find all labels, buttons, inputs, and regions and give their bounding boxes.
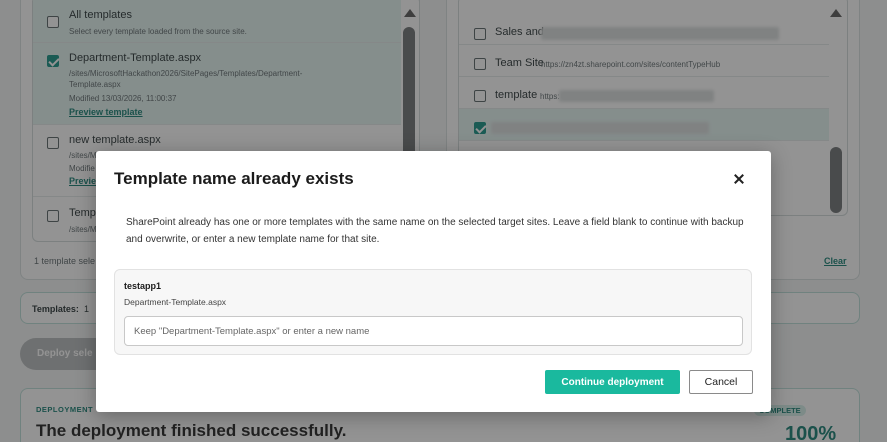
conflicting-template-name: Department-Template.aspx <box>124 297 227 307</box>
continue-deployment-button[interactable]: Continue deployment <box>545 370 680 394</box>
close-icon[interactable] <box>731 171 747 187</box>
new-template-name-input[interactable] <box>124 316 743 346</box>
cancel-button[interactable]: Cancel <box>689 370 753 394</box>
site-conflict-card: testapp1 Department-Template.aspx <box>114 269 752 355</box>
site-name: testapp1 <box>124 281 162 291</box>
dialog-description: SharePoint already has one or more templ… <box>126 217 744 245</box>
dialog-title: Template name already exists <box>114 169 354 188</box>
name-conflict-dialog: Template name already exists SharePoint … <box>96 151 771 412</box>
